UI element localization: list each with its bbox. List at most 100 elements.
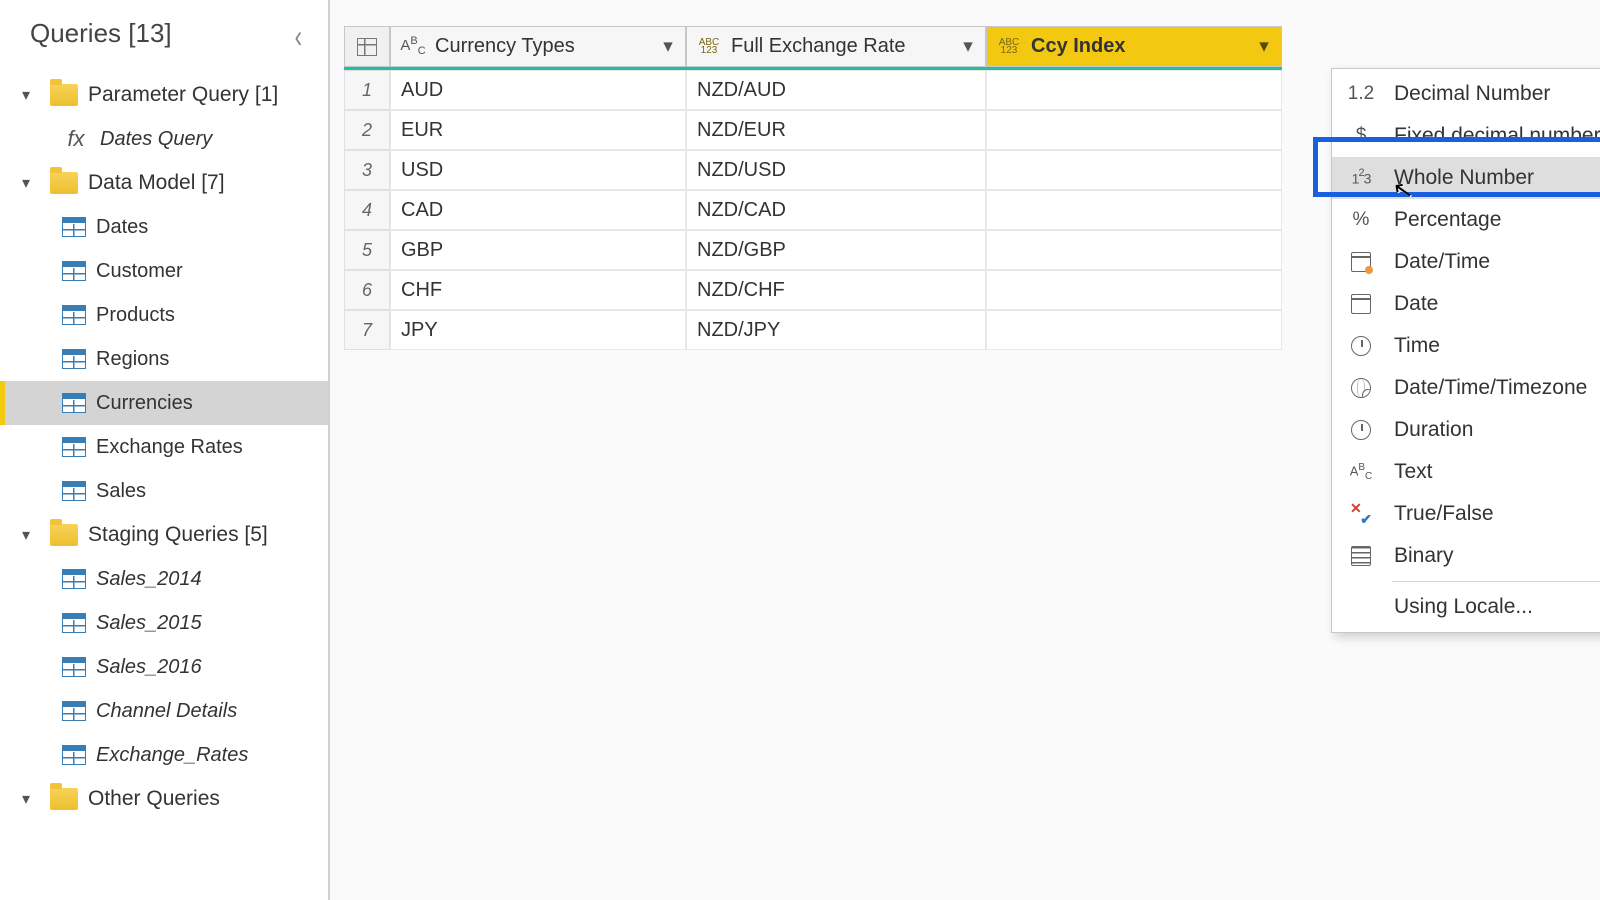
main-area: ABC Currency Types ▾ ABC123 Full Exchang…	[330, 0, 1600, 900]
tree-group[interactable]: ▾ Parameter Query [1]	[0, 73, 328, 117]
type-option-date[interactable]: Date	[1332, 283, 1600, 325]
table-row[interactable]: 5 GBP NZD/GBP	[344, 230, 1282, 270]
type-option-duration[interactable]: Duration	[1332, 409, 1600, 451]
cell-currency-type[interactable]: JPY	[390, 310, 686, 350]
cell-full-exchange-rate[interactable]: NZD/EUR	[686, 110, 986, 150]
table-row[interactable]: 7 JPY NZD/JPY	[344, 310, 1282, 350]
tree-item[interactable]: Sales_2015	[0, 601, 328, 645]
column-header-ccy-index[interactable]: ABC123 Ccy Index ▾	[986, 26, 1282, 67]
data-preview-grid: ABC Currency Types ▾ ABC123 Full Exchang…	[344, 26, 1282, 350]
table-row[interactable]: 4 CAD NZD/CAD	[344, 190, 1282, 230]
table-row[interactable]: 6 CHF NZD/CHF	[344, 270, 1282, 310]
cell-full-exchange-rate[interactable]: NZD/CAD	[686, 190, 986, 230]
tree-item[interactable]: Sales_2016	[0, 645, 328, 689]
type-option-icon	[1346, 336, 1376, 356]
table-row[interactable]: 3 USD NZD/USD	[344, 150, 1282, 190]
tree-item[interactable]: fxDates Query	[0, 117, 328, 161]
cell-ccy-index[interactable]	[986, 270, 1282, 310]
type-option-fixed-decimal-number[interactable]: $ Fixed decimal number	[1332, 115, 1600, 157]
cell-ccy-index[interactable]	[986, 190, 1282, 230]
row-number: 4	[344, 190, 390, 230]
type-option-icon: %	[1346, 209, 1376, 231]
column-header-currency-types[interactable]: ABC Currency Types ▾	[390, 26, 686, 67]
column-header-full-exchange-rate[interactable]: ABC123 Full Exchange Rate ▾	[686, 26, 986, 67]
row-number: 3	[344, 150, 390, 190]
type-option-time[interactable]: Time	[1332, 325, 1600, 367]
filter-dropdown-icon[interactable]: ▾	[659, 35, 677, 58]
type-option-date-time-timezone[interactable]: Date/Time/Timezone	[1332, 367, 1600, 409]
type-option-label: Fixed decimal number	[1394, 124, 1600, 148]
tree-group[interactable]: ▾ Staging Queries [5]	[0, 513, 328, 557]
folder-icon	[50, 172, 78, 194]
cell-ccy-index[interactable]	[986, 230, 1282, 270]
table-icon	[62, 569, 86, 589]
tree-item[interactable]: Customer	[0, 249, 328, 293]
group-label: Data Model [7]	[88, 171, 225, 195]
item-label: Dates	[96, 216, 148, 239]
item-label: Sales_2014	[96, 568, 202, 591]
cell-currency-type[interactable]: USD	[390, 150, 686, 190]
type-option-label: Binary	[1394, 544, 1454, 568]
type-option-label: Using Locale...	[1394, 595, 1533, 619]
table-icon	[62, 437, 86, 457]
type-option-decimal-number[interactable]: 1.2 Decimal Number	[1332, 73, 1600, 115]
table-row[interactable]: 1 AUD NZD/AUD	[344, 70, 1282, 110]
type-text-icon[interactable]: ABC	[399, 36, 427, 57]
tree-group[interactable]: ▾ Data Model [7]	[0, 161, 328, 205]
item-label: Products	[96, 304, 175, 327]
cell-currency-type[interactable]: EUR	[390, 110, 686, 150]
item-label: Channel Details	[96, 700, 237, 723]
type-option-label: Date/Time/Timezone	[1394, 376, 1587, 400]
folder-icon	[50, 788, 78, 810]
type-option-text[interactable]: ABC Text	[1332, 451, 1600, 493]
item-label: Customer	[96, 260, 183, 283]
type-option-using-locale[interactable]: Using Locale...	[1332, 586, 1600, 628]
cell-full-exchange-rate[interactable]: NZD/GBP	[686, 230, 986, 270]
type-any-icon[interactable]: ABC123	[695, 39, 723, 55]
tree-item[interactable]: Currencies	[0, 381, 328, 425]
cell-ccy-index[interactable]	[986, 70, 1282, 110]
tree-item[interactable]: Products	[0, 293, 328, 337]
tree-item[interactable]: Dates	[0, 205, 328, 249]
filter-dropdown-icon[interactable]: ▾	[1255, 35, 1273, 58]
type-option-percentage[interactable]: % Percentage	[1332, 199, 1600, 241]
tree-item[interactable]: Regions	[0, 337, 328, 381]
type-option-date-time[interactable]: Date/Time	[1332, 241, 1600, 283]
cell-currency-type[interactable]: AUD	[390, 70, 686, 110]
type-option-label: Date/Time	[1394, 250, 1490, 274]
type-option-whole-number[interactable]: 123 Whole Number	[1332, 157, 1600, 199]
cell-full-exchange-rate[interactable]: NZD/JPY	[686, 310, 986, 350]
type-any-icon[interactable]: ABC123	[995, 39, 1023, 55]
folder-icon	[50, 84, 78, 106]
tree-item[interactable]: Exchange Rates	[0, 425, 328, 469]
type-option-true-false[interactable]: True/False	[1332, 493, 1600, 535]
cell-currency-type[interactable]: CHF	[390, 270, 686, 310]
group-label: Parameter Query [1]	[88, 83, 278, 107]
cell-currency-type[interactable]: CAD	[390, 190, 686, 230]
table-icon	[62, 393, 86, 413]
cell-ccy-index[interactable]	[986, 150, 1282, 190]
cell-full-exchange-rate[interactable]: NZD/USD	[686, 150, 986, 190]
table-icon	[62, 745, 86, 765]
table-icon	[62, 305, 86, 325]
query-tree: ▾ Parameter Query [1]fxDates Query▾ Data…	[0, 73, 328, 821]
type-option-binary[interactable]: Binary	[1332, 535, 1600, 577]
tree-item[interactable]: Exchange_Rates	[0, 733, 328, 777]
type-option-label: Decimal Number	[1394, 82, 1550, 106]
cell-full-exchange-rate[interactable]: NZD/AUD	[686, 70, 986, 110]
cell-full-exchange-rate[interactable]: NZD/CHF	[686, 270, 986, 310]
tree-group[interactable]: ▾ Other Queries	[0, 777, 328, 821]
expand-icon: ▾	[22, 85, 40, 105]
cell-ccy-index[interactable]	[986, 110, 1282, 150]
tree-item[interactable]: Sales_2014	[0, 557, 328, 601]
tree-item[interactable]: Sales	[0, 469, 328, 513]
filter-dropdown-icon[interactable]: ▾	[959, 35, 977, 58]
cell-ccy-index[interactable]	[986, 310, 1282, 350]
type-option-icon	[1346, 420, 1376, 440]
collapse-sidebar-icon[interactable]: ‹	[295, 20, 302, 52]
item-label: Sales_2015	[96, 612, 202, 635]
grid-corner-button[interactable]	[344, 26, 390, 67]
cell-currency-type[interactable]: GBP	[390, 230, 686, 270]
table-row[interactable]: 2 EUR NZD/EUR	[344, 110, 1282, 150]
tree-item[interactable]: Channel Details	[0, 689, 328, 733]
